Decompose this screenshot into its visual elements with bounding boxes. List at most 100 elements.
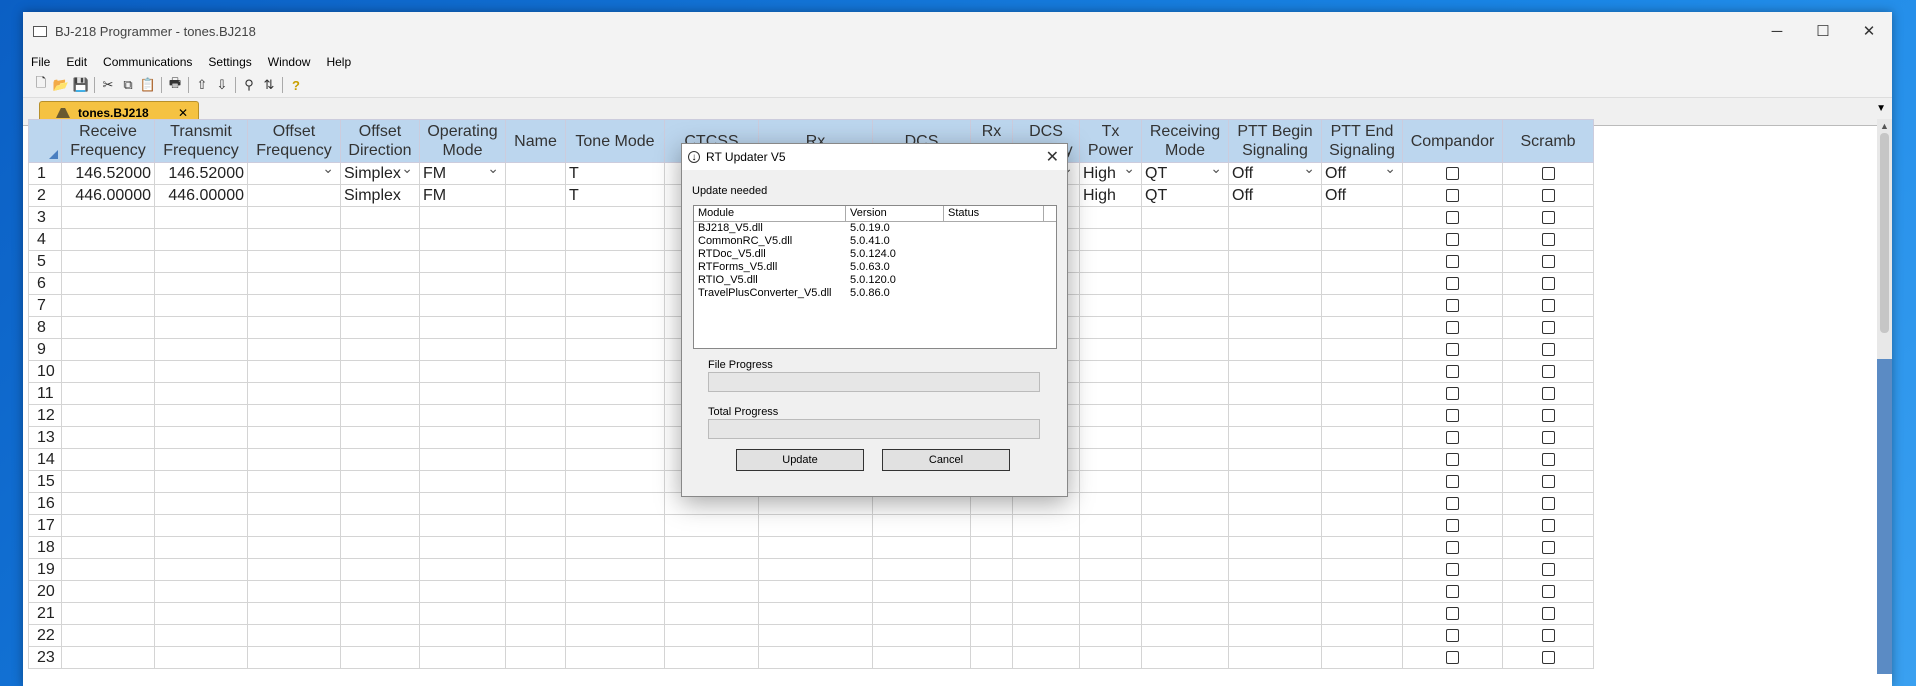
grid-cell[interactable]	[1502, 514, 1594, 537]
grid-cell[interactable]: 446.00000	[154, 184, 248, 207]
grid-cell[interactable]	[758, 580, 873, 603]
grid-cell[interactable]	[872, 536, 971, 559]
grid-cell[interactable]	[340, 360, 420, 383]
grid-cell[interactable]	[1402, 514, 1503, 537]
grid-cell[interactable]	[154, 250, 248, 273]
grid-cell[interactable]	[1321, 250, 1403, 273]
grid-cell[interactable]	[565, 272, 665, 295]
new-file-icon[interactable]: 🗋	[31, 75, 51, 95]
checkbox[interactable]	[1446, 562, 1459, 576]
grid-cell[interactable]	[247, 536, 341, 559]
row-number[interactable]: 2	[28, 184, 62, 207]
grid-cell[interactable]	[1141, 272, 1229, 295]
grid-cell[interactable]	[1079, 206, 1142, 229]
maximize-button[interactable]: ☐	[1800, 12, 1846, 50]
checkbox[interactable]	[1446, 584, 1459, 598]
table-row[interactable]: 20	[28, 580, 1594, 603]
grid-cell[interactable]	[505, 448, 566, 471]
grid-cell[interactable]	[758, 536, 873, 559]
grid-cell[interactable]	[1402, 206, 1503, 229]
grid-cell[interactable]	[565, 426, 665, 449]
module-row[interactable]: TravelPlusConverter_V5.dll 5.0.86.0	[694, 287, 1056, 300]
row-number[interactable]: 11	[28, 382, 62, 405]
grid-cell[interactable]	[505, 646, 566, 669]
grid-cell[interactable]	[1141, 228, 1229, 251]
checkbox[interactable]	[1541, 628, 1555, 642]
vertical-scrollbar[interactable]: ▲	[1877, 119, 1892, 674]
grid-cell[interactable]	[1321, 360, 1403, 383]
checkbox[interactable]	[1541, 276, 1555, 290]
grid-cell[interactable]	[247, 470, 341, 493]
checkbox[interactable]	[1446, 452, 1459, 466]
grid-cell[interactable]	[505, 514, 566, 537]
row-number[interactable]: 18	[28, 536, 62, 559]
grid-cell[interactable]	[419, 492, 506, 515]
grid-cell[interactable]	[565, 360, 665, 383]
grid-cell[interactable]	[970, 602, 1013, 625]
help-icon[interactable]: ?	[286, 75, 306, 95]
grid-cell[interactable]	[872, 646, 971, 669]
grid-cell[interactable]	[419, 646, 506, 669]
grid-cell[interactable]	[247, 338, 341, 361]
grid-cell[interactable]	[1141, 206, 1229, 229]
grid-cell[interactable]	[1502, 492, 1594, 515]
grid-cell[interactable]	[247, 448, 341, 471]
grid-cell[interactable]	[154, 580, 248, 603]
row-number[interactable]: 1	[28, 162, 62, 185]
grid-cell[interactable]	[1141, 646, 1229, 669]
grid-cell[interactable]	[1228, 646, 1322, 669]
column-header[interactable]: Receive Frequency	[61, 119, 155, 163]
menu-file[interactable]: File	[23, 55, 58, 69]
grid-cell[interactable]: Simplex	[340, 162, 420, 185]
grid-cell[interactable]	[1079, 404, 1142, 427]
grid-cell[interactable]	[247, 184, 341, 207]
grid-cell[interactable]	[1402, 360, 1503, 383]
module-row[interactable]: RTForms_V5.dll 5.0.63.0	[694, 261, 1056, 274]
grid-cell[interactable]	[340, 448, 420, 471]
update-button[interactable]: Update	[736, 449, 864, 471]
grid-cell[interactable]	[61, 316, 155, 339]
grid-cell[interactable]	[872, 558, 971, 581]
grid-cell[interactable]	[565, 228, 665, 251]
row-number[interactable]: 13	[28, 426, 62, 449]
grid-cell[interactable]	[1502, 602, 1594, 625]
grid-cell[interactable]	[1502, 250, 1594, 273]
grid-cell[interactable]	[1079, 514, 1142, 537]
grid-cell[interactable]	[1228, 602, 1322, 625]
column-header[interactable]: Offset Direction	[340, 119, 420, 163]
row-number[interactable]: 16	[28, 492, 62, 515]
grid-cell[interactable]	[505, 184, 566, 207]
grid-cell[interactable]	[419, 426, 506, 449]
grid-cell[interactable]	[419, 470, 506, 493]
grid-cell[interactable]	[154, 492, 248, 515]
grid-cell[interactable]	[1228, 514, 1322, 537]
checkbox[interactable]	[1541, 342, 1555, 356]
grid-cell[interactable]	[154, 382, 248, 405]
grid-cell[interactable]	[1228, 580, 1322, 603]
grid-cell[interactable]	[1228, 492, 1322, 515]
grid-cell[interactable]	[1012, 602, 1080, 625]
row-number[interactable]: 9	[28, 338, 62, 361]
grid-cell[interactable]	[1141, 338, 1229, 361]
grid-cell[interactable]	[419, 272, 506, 295]
grid-cell[interactable]	[247, 250, 341, 273]
checkbox[interactable]	[1446, 474, 1459, 488]
grid-cell[interactable]	[419, 294, 506, 317]
table-row[interactable]: 21	[28, 602, 1594, 625]
grid-cell[interactable]	[340, 646, 420, 669]
row-number[interactable]: 10	[28, 360, 62, 383]
grid-cell[interactable]	[565, 448, 665, 471]
grid-cell[interactable]	[247, 646, 341, 669]
grid-cell[interactable]	[247, 316, 341, 339]
module-row[interactable]: RTDoc_V5.dll 5.0.124.0	[694, 248, 1056, 261]
grid-cell[interactable]	[61, 514, 155, 537]
grid-cell[interactable]	[758, 646, 873, 669]
table-row[interactable]: 19	[28, 558, 1594, 581]
grid-cell[interactable]	[340, 294, 420, 317]
grid-cell[interactable]	[1141, 294, 1229, 317]
grid-cell[interactable]	[247, 272, 341, 295]
checkbox[interactable]	[1446, 386, 1459, 400]
checkbox[interactable]	[1541, 232, 1555, 246]
menu-settings[interactable]: Settings	[200, 55, 259, 69]
checkbox[interactable]	[1541, 320, 1555, 334]
